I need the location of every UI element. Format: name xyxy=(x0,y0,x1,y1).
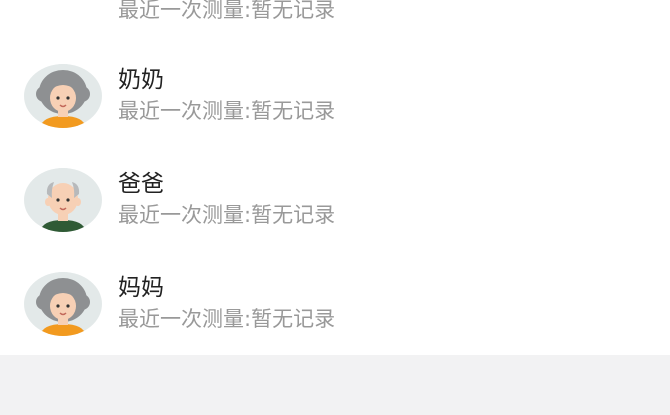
last-measurement-status: 最近一次测量:暂无记录 xyxy=(118,307,336,331)
grandma-avatar-icon xyxy=(24,64,102,128)
member-name: 爸爸 xyxy=(118,171,164,197)
list-item-member-0[interactable]: 最近一次测量:暂无记录 xyxy=(0,0,670,26)
last-measurement-status: 最近一次测量:暂无记录 xyxy=(118,0,336,22)
last-measurement-status: 最近一次测量:暂无记录 xyxy=(118,99,336,123)
last-measurement-status: 最近一次测量:暂无记录 xyxy=(118,203,336,227)
dad-avatar-icon xyxy=(24,168,102,232)
family-member-list: 最近一次测量:暂无记录 奶奶 最近一次测量:暂无记录 爸爸 最近一次测量:暂无记… xyxy=(0,0,670,355)
member-name: 妈妈 xyxy=(118,275,164,301)
mom-avatar-icon xyxy=(24,272,102,336)
list-item-member-2[interactable]: 爸爸 最近一次测量:暂无记录 xyxy=(0,148,670,252)
member-name: 奶奶 xyxy=(118,67,164,93)
list-item-member-3[interactable]: 妈妈 最近一次测量:暂无记录 xyxy=(0,252,670,356)
list-item-member-1[interactable]: 奶奶 最近一次测量:暂无记录 xyxy=(0,44,670,148)
